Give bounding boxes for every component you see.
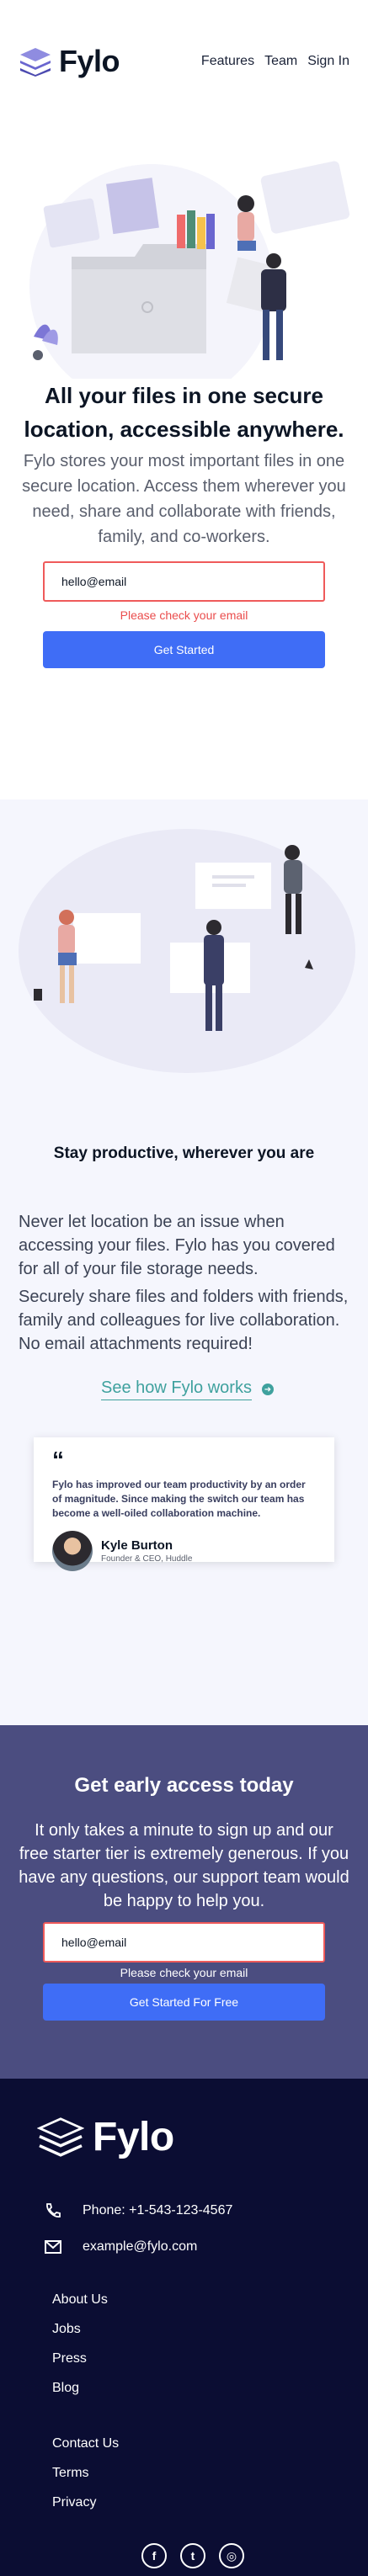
testimonial-quote: Fylo has improved our team productivity … xyxy=(52,1479,306,1519)
footer-link-contact-us[interactable]: Contact Us xyxy=(52,2436,119,2451)
see-how-link-label: See how Fylo works xyxy=(101,1378,252,1400)
author-info: Kyle Burton Founder & CEO, Huddle xyxy=(101,1538,192,1564)
quote-icon: “ xyxy=(52,1447,64,1473)
testimonial-author: Kyle Burton Founder & CEO, Huddle xyxy=(52,1531,316,1571)
footer-logo[interactable]: Fylo xyxy=(37,2114,174,2160)
footer-link-jobs[interactable]: Jobs xyxy=(52,2322,108,2337)
testimonial-card: “ Fylo has improved our team productivit… xyxy=(34,1437,334,1571)
nav-team[interactable]: Team xyxy=(264,54,297,69)
get-started-free-button[interactable]: Get Started For Free xyxy=(43,1984,325,2021)
see-how-fylo-works-link[interactable]: See how Fylo works ➜ xyxy=(101,1378,274,1400)
logo-icon xyxy=(20,48,51,77)
productive-title: Stay productive, wherever you are xyxy=(53,1145,315,1162)
footer-phone: Phone: +1-543-123-4567 xyxy=(44,2202,232,2219)
footer-logo-icon xyxy=(37,2117,84,2157)
hero-illustration xyxy=(29,161,350,379)
hero-email-input[interactable]: hello@email xyxy=(43,561,325,602)
footer-logo-text: Fylo xyxy=(93,2115,174,2159)
footer-link-about-us[interactable]: About Us xyxy=(52,2292,108,2308)
main-nav: Features Team Sign In xyxy=(201,54,349,69)
early-access-section: Get early access today It only takes a m… xyxy=(0,1725,368,2079)
twitter-icon[interactable]: t xyxy=(180,2543,205,2568)
logo-text: Fylo xyxy=(59,44,120,78)
facebook-icon[interactable]: f xyxy=(141,2543,167,2568)
early-email-error: Please check your email xyxy=(120,1966,248,1979)
productive-illustration xyxy=(19,829,355,1073)
footer-email: example@fylo.com xyxy=(44,2239,197,2255)
early-email-input[interactable]: hello@email xyxy=(43,1922,325,1963)
phone-text: Phone: +1-543-123-4567 xyxy=(83,2203,233,2217)
phone-icon xyxy=(46,2203,61,2217)
email-text: example@fylo.com xyxy=(83,2239,198,2254)
site-header: Fylo Features Team Sign In xyxy=(0,0,368,126)
get-started-button[interactable]: Get Started xyxy=(43,631,325,668)
footer-link-press[interactable]: Press xyxy=(52,2351,108,2366)
hero-description: Fylo stores your most important files in… xyxy=(22,452,346,546)
nav-features[interactable]: Features xyxy=(201,54,254,69)
hero-section: All your files in one secure location, a… xyxy=(0,126,368,799)
instagram-icon[interactable]: ◎ xyxy=(219,2543,244,2568)
author-name: Kyle Burton xyxy=(101,1538,173,1553)
footer-link-terms[interactable]: Terms xyxy=(52,2466,119,2481)
arrow-right-icon: ➜ xyxy=(261,1384,274,1395)
author-role: Founder & CEO, Huddle xyxy=(101,1554,193,1564)
productive-paragraph-2: Securely share files and folders with fr… xyxy=(19,1288,349,1353)
hero-email-error: Please check your email xyxy=(120,608,248,622)
footer-link-blog[interactable]: Blog xyxy=(52,2381,108,2396)
footer-link-privacy[interactable]: Privacy xyxy=(52,2495,119,2510)
productive-paragraph-1: Never let location be an issue when acce… xyxy=(19,1213,335,1278)
hero-title: All your files in one secure location, a… xyxy=(24,383,344,442)
footer-links-group-2: Contact Us Terms Privacy xyxy=(52,2436,119,2510)
productive-section: Stay productive, wherever you are Never … xyxy=(0,799,368,1725)
logo[interactable]: Fylo xyxy=(19,44,120,79)
avatar xyxy=(52,1531,93,1571)
site-footer: Fylo Phone: +1-543-123-4567 example@fylo… xyxy=(0,2079,368,2576)
footer-links-group-1: About Us Jobs Press Blog xyxy=(52,2292,108,2396)
social-links: f t ◎ xyxy=(141,2543,244,2568)
early-access-description: It only takes a minute to sign up and ou… xyxy=(19,1821,349,1910)
early-access-title: Get early access today xyxy=(74,1774,294,1797)
nav-sign-in[interactable]: Sign In xyxy=(307,54,349,69)
email-icon xyxy=(45,2240,61,2254)
